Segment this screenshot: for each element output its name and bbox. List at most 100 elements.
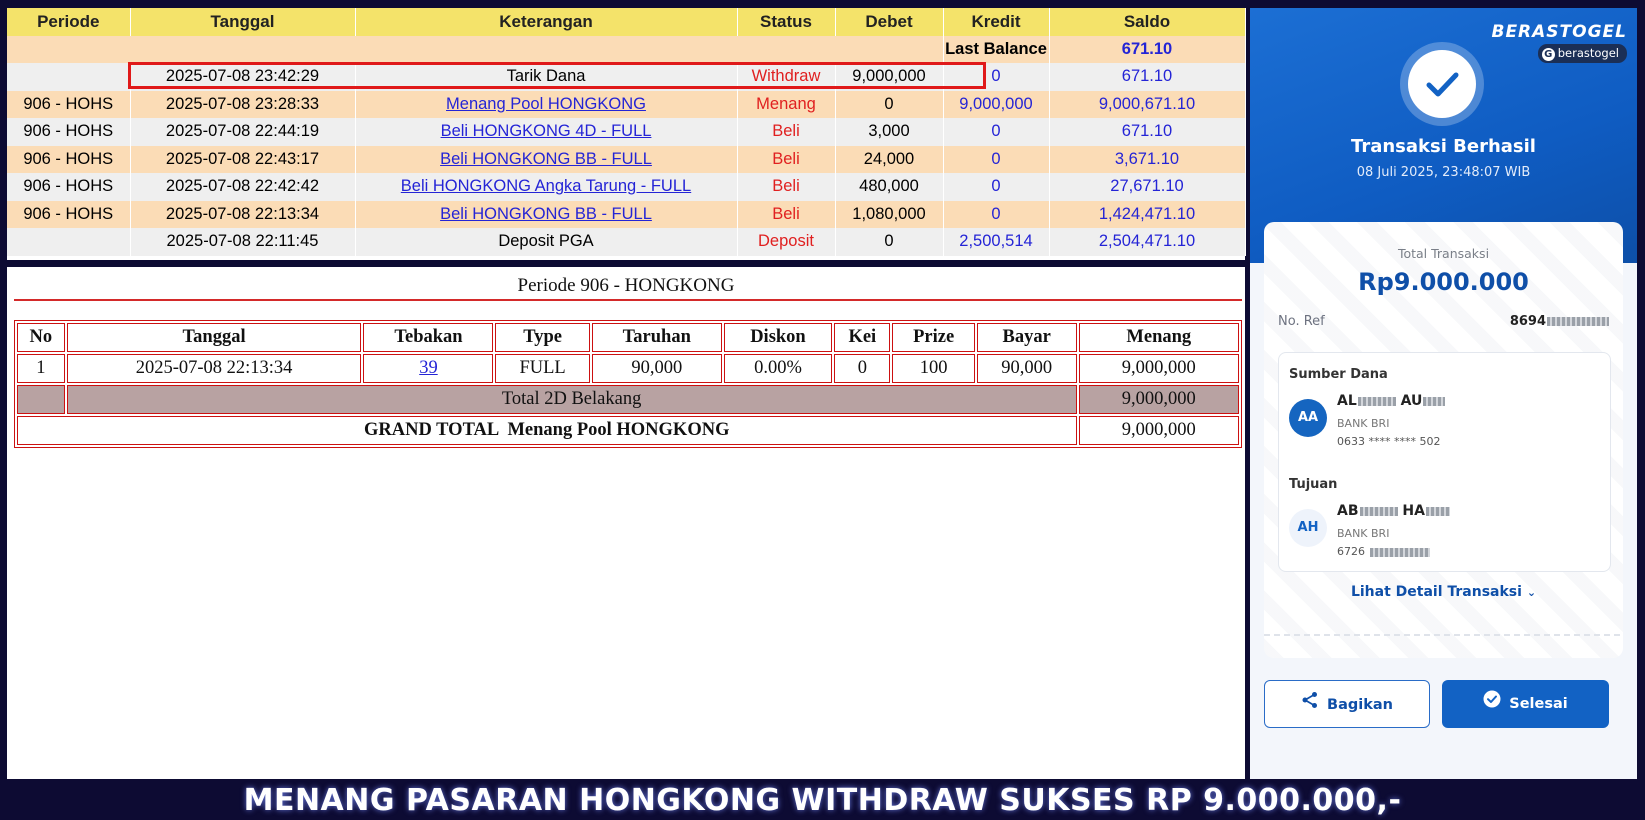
cell-status: Beli bbox=[737, 118, 836, 146]
masked-text bbox=[1425, 506, 1450, 516]
grand-total-label: GRAND TOTAL Menang Pool HONGKONG bbox=[17, 416, 1077, 445]
cell-kredit: 0 bbox=[943, 173, 1050, 201]
table-row: 906 - HOHS 2025-07-08 22:43:17 Beli HONG… bbox=[7, 145, 1246, 173]
table-row: 906 - HOHS 2025-07-08 22:42:42 Beli HONG… bbox=[7, 173, 1246, 201]
cell-diskon: 0.00% bbox=[723, 354, 833, 383]
cell-saldo: 671.10 bbox=[1049, 118, 1246, 146]
col-type: Type bbox=[495, 323, 590, 352]
done-button[interactable]: Selesai bbox=[1442, 680, 1609, 728]
total-row: Total 2D Belakang 9,000,000 bbox=[17, 385, 1239, 414]
cell-tebakan: 39 bbox=[363, 354, 494, 383]
table-row: 906 - HOHS 2025-07-08 22:13:34 Beli HONG… bbox=[7, 200, 1246, 228]
dest-label: Tujuan bbox=[1289, 477, 1338, 492]
receipt-card: Total Transaksi Rp9.000.000 No. Ref 8694… bbox=[1264, 222, 1623, 658]
withdraw-highlight-box bbox=[128, 62, 986, 89]
ref-value: 8694 bbox=[1510, 314, 1609, 329]
col-kei: Kei bbox=[834, 323, 891, 352]
view-detail-label: Lihat Detail Transaksi bbox=[1350, 584, 1522, 600]
dest-bank: BANK BRI bbox=[1337, 527, 1390, 540]
col-diskon: Diskon bbox=[723, 323, 833, 352]
last-balance-row: Last Balance 671.10 bbox=[7, 35, 1246, 63]
keterangan-link[interactable]: Beli HONGKONG BB - FULL bbox=[440, 205, 652, 223]
cell-debet: 0 bbox=[835, 90, 944, 118]
total-label: Total 2D Belakang bbox=[66, 385, 1077, 414]
checkmark-icon bbox=[1408, 50, 1476, 118]
cell-tanggal: 2025-07-08 22:11:45 bbox=[130, 228, 356, 256]
done-label: Selesai bbox=[1509, 696, 1568, 712]
table-row: 906 - HOHS 2025-07-08 22:44:19 Beli HONG… bbox=[7, 118, 1246, 146]
cell-keterangan: Beli HONGKONG Angka Tarung - FULL bbox=[355, 173, 738, 201]
bet-detail-table: No Tanggal Tebakan Type Taruhan Diskon K… bbox=[14, 320, 1242, 448]
cell-periode bbox=[7, 63, 131, 91]
share-button[interactable]: Bagikan bbox=[1264, 680, 1430, 728]
cell-tanggal: 2025-07-08 22:43:17 bbox=[130, 145, 356, 173]
status-datetime: 08 Juli 2025, 23:48:07 WIB bbox=[1356, 165, 1531, 180]
detail-title: Periode 906 - HONGKONG bbox=[517, 275, 735, 296]
cell-saldo: 3,671.10 bbox=[1049, 145, 1246, 173]
col-keterangan: Keterangan bbox=[355, 8, 738, 36]
check-circle-icon bbox=[1483, 680, 1501, 728]
brand-tag: Gberastogel bbox=[1537, 44, 1627, 63]
cell-status: Beli bbox=[737, 145, 836, 173]
transfer-receipt-panel: BERASTOGEL Gberastogel Transaksi Berhasi… bbox=[1250, 8, 1637, 779]
cell-periode: 906 - HOHS bbox=[7, 118, 131, 146]
cell-periode: 906 - HOHS bbox=[7, 200, 131, 228]
cell-menang: 9,000,000 bbox=[1078, 354, 1239, 383]
dest-name: AB HA bbox=[1337, 503, 1450, 519]
keterangan-link[interactable]: Beli HONGKONG BB - FULL bbox=[440, 150, 652, 168]
cell-saldo: 27,671.10 bbox=[1049, 173, 1246, 201]
masked-text bbox=[1423, 396, 1446, 406]
view-detail-link[interactable]: Lihat Detail Transaksi ⌄ bbox=[1264, 584, 1623, 600]
tebakan-link[interactable]: 39 bbox=[419, 358, 438, 378]
table-row: 1 2025-07-08 22:13:34 39 FULL 90,000 0.0… bbox=[17, 354, 1239, 383]
col-tebakan: Tebakan bbox=[363, 323, 494, 352]
cell-debet: 24,000 bbox=[835, 145, 944, 173]
col-status: Status bbox=[737, 8, 836, 36]
cell-kredit: 0 bbox=[943, 118, 1050, 146]
col-bayar: Bayar bbox=[976, 323, 1077, 352]
avatar: AA bbox=[1289, 399, 1327, 437]
source-name: AL AU bbox=[1337, 393, 1446, 409]
source-name-a: AL bbox=[1337, 393, 1357, 409]
success-badge bbox=[1400, 42, 1484, 126]
col-prize: Prize bbox=[892, 323, 975, 352]
cell-debet: 1,080,000 bbox=[835, 200, 944, 228]
cell-kredit: 0 bbox=[943, 200, 1050, 228]
cell-debet: 0 bbox=[835, 228, 944, 256]
cell-saldo: 671.10 bbox=[1049, 63, 1246, 91]
grand-total-value: 9,000,000 bbox=[1078, 416, 1239, 445]
ref-label: No. Ref bbox=[1278, 314, 1325, 329]
keterangan-link[interactable]: Beli HONGKONG Angka Tarung - FULL bbox=[401, 177, 691, 195]
cell-status: Beli bbox=[737, 200, 836, 228]
keterangan-link[interactable]: Beli HONGKONG 4D - FULL bbox=[441, 122, 652, 140]
google-icon: G bbox=[1541, 48, 1555, 61]
cell-keterangan: Beli HONGKONG BB - FULL bbox=[355, 200, 738, 228]
dest-account-prefix: 6726 bbox=[1337, 545, 1365, 558]
cell-kredit: 0 bbox=[943, 145, 1050, 173]
cell-kei: 0 bbox=[834, 354, 891, 383]
total-spacer bbox=[17, 385, 65, 414]
cell-saldo: 2,504,471.10 bbox=[1049, 228, 1246, 256]
periode-detail-panel: Periode 906 - HONGKONG No Tanggal Tebaka… bbox=[7, 267, 1245, 779]
table-row: 2025-07-08 22:11:45 Deposit PGA Deposit … bbox=[7, 228, 1246, 256]
masked-text bbox=[1359, 506, 1398, 516]
dest-account: 6726 bbox=[1337, 545, 1430, 558]
transaction-ledger: Periode Tanggal Keterangan Status Debet … bbox=[7, 8, 1246, 260]
share-label: Bagikan bbox=[1327, 697, 1393, 713]
cell-keterangan: Deposit PGA bbox=[355, 228, 738, 256]
masked-text bbox=[1369, 547, 1430, 557]
cell-debet: 480,000 bbox=[835, 173, 944, 201]
cell-saldo: 1,424,471.10 bbox=[1049, 200, 1246, 228]
cell-type: FULL bbox=[495, 354, 590, 383]
col-menang: Menang bbox=[1078, 323, 1239, 352]
grand-total-row: GRAND TOTAL Menang Pool HONGKONG 9,000,0… bbox=[17, 416, 1239, 445]
cell-periode: 906 - HOHS bbox=[7, 90, 131, 118]
col-no: No bbox=[17, 323, 65, 352]
cell-tanggal: 2025-07-08 23:28:33 bbox=[130, 90, 356, 118]
cell-prize: 100 bbox=[892, 354, 975, 383]
cell-debet: 3,000 bbox=[835, 118, 944, 146]
cell-no: 1 bbox=[17, 354, 65, 383]
keterangan-link[interactable]: Menang Pool HONGKONG bbox=[446, 95, 646, 113]
col-taruhan: Taruhan bbox=[591, 323, 722, 352]
last-balance-value: 671.10 bbox=[1049, 35, 1246, 63]
